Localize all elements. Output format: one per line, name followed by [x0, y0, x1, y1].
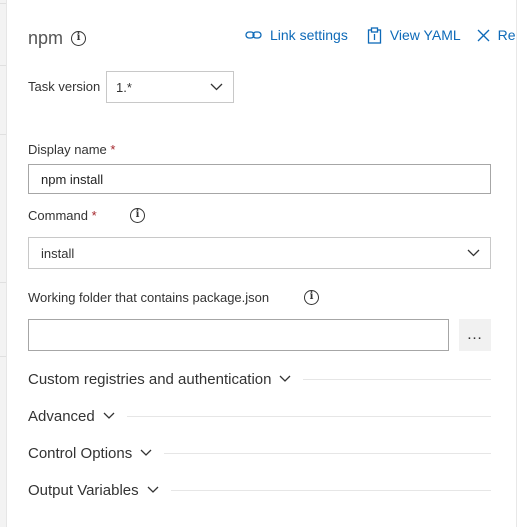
link-settings-button[interactable]: Link settings — [245, 27, 348, 43]
required-marker: * — [91, 208, 97, 223]
section-divider — [126, 415, 491, 417]
info-icon[interactable]: i — [71, 30, 87, 46]
command-label: Command * — [28, 208, 97, 223]
display-name-label-text: Display name — [28, 142, 107, 157]
command-label-text: Command — [28, 208, 88, 223]
chevron-down-icon — [147, 486, 159, 493]
remove-label: Re — [497, 27, 516, 43]
section-title: Advanced — [28, 407, 95, 425]
task-title-row: npm i — [28, 26, 87, 50]
divider — [0, 282, 6, 283]
section-advanced[interactable]: Advanced — [28, 405, 491, 427]
info-icon[interactable]: i — [130, 208, 145, 223]
section-divider — [170, 489, 491, 491]
task-title: npm — [28, 27, 64, 48]
section-custom-registries[interactable]: Custom registries and authentication — [28, 368, 491, 390]
chevron-down-icon — [280, 375, 291, 382]
link-settings-label: Link settings — [270, 27, 348, 43]
left-edge-strip — [0, 0, 7, 527]
chevron-down-icon — [103, 412, 115, 419]
task-toolbar: Link settings View YAML Re — [245, 24, 516, 46]
required-marker: * — [110, 142, 116, 157]
divider — [0, 65, 6, 66]
task-version-value: 1.* — [116, 79, 132, 95]
divider — [0, 3, 6, 4]
section-title: Custom registries and authentication — [28, 370, 272, 388]
view-yaml-label: View YAML — [389, 27, 461, 43]
working-folder-input[interactable] — [28, 319, 449, 351]
display-name-value: npm install — [41, 171, 104, 187]
remove-button[interactable]: Re — [477, 27, 516, 43]
section-output-variables[interactable]: Output Variables — [28, 479, 491, 501]
section-divider — [303, 378, 491, 380]
command-select[interactable]: install — [28, 237, 491, 269]
info-icon[interactable]: i — [304, 290, 319, 305]
divider — [0, 356, 6, 357]
right-edge-strip — [516, 0, 532, 527]
task-version-select[interactable]: 1.* — [106, 71, 234, 103]
close-icon — [477, 29, 490, 41]
chevron-down-icon — [210, 83, 223, 91]
section-title: Control Options — [28, 444, 133, 462]
section-title: Output Variables — [28, 481, 139, 499]
working-folder-label: Working folder that contains package.jso… — [28, 290, 270, 305]
task-settings-panel: npm i Link settings View YAML Re Task ve… — [0, 0, 532, 527]
section-control-options[interactable]: Control Options — [28, 442, 491, 464]
chevron-down-icon — [140, 449, 152, 456]
task-version-label: Task version — [28, 79, 101, 94]
command-value: install — [41, 245, 75, 261]
display-name-input[interactable]: npm install — [28, 164, 491, 194]
clipboard-icon — [367, 26, 381, 44]
display-name-label: Display name * — [28, 142, 115, 157]
view-yaml-button[interactable]: View YAML — [367, 26, 461, 44]
divider — [0, 134, 6, 135]
link-icon — [245, 31, 262, 39]
browse-button[interactable]: … — [459, 319, 491, 351]
chevron-down-icon — [467, 249, 480, 257]
section-divider — [164, 452, 491, 454]
